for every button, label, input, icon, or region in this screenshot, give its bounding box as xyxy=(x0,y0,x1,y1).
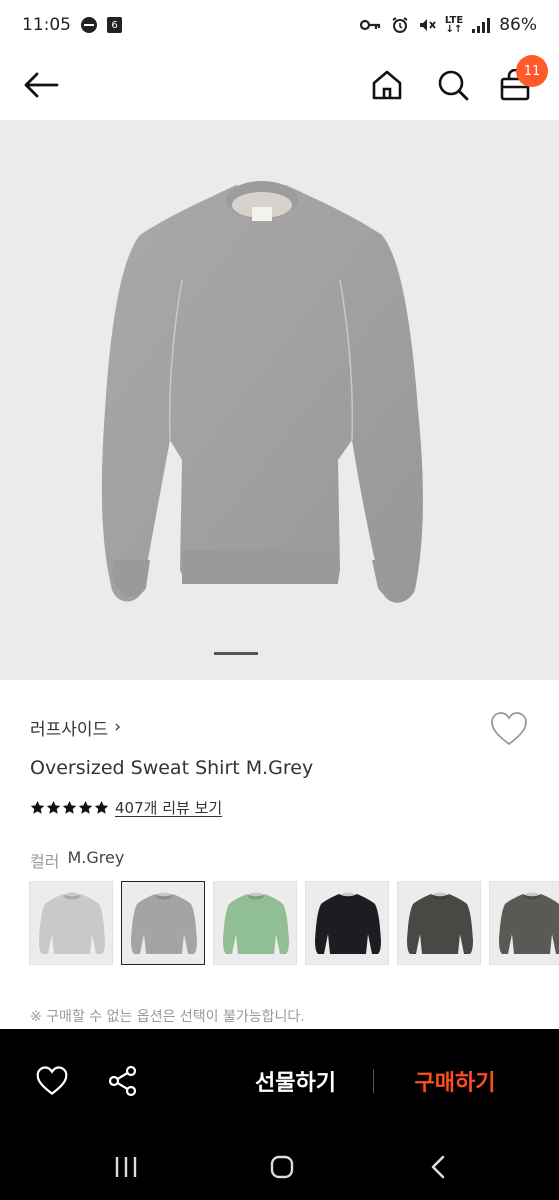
sweatshirt-thumbnail xyxy=(407,892,473,954)
cart-count-badge: 11 xyxy=(516,55,548,87)
color-value: M.Grey xyxy=(67,848,125,867)
status-bar: 11:05 6 LTE ↓↑ 86% xyxy=(0,0,559,50)
system-nav-bar xyxy=(0,1133,559,1200)
color-swatch-dark-khaki[interactable] xyxy=(489,881,559,965)
system-home-button[interactable] xyxy=(252,1147,312,1187)
share-button[interactable] xyxy=(101,1059,145,1103)
review-link[interactable]: 407개 리뷰 보기 xyxy=(115,797,222,818)
wishlist-button[interactable] xyxy=(489,710,529,748)
network-type: LTE ↓↑ xyxy=(444,15,464,35)
do-not-disturb-icon xyxy=(81,17,97,33)
recent-apps-button[interactable] xyxy=(96,1147,156,1187)
sweatshirt-thumbnail xyxy=(223,892,289,954)
color-option-label: 컬러 M.Grey xyxy=(30,848,124,872)
color-swatch-light-grey[interactable] xyxy=(29,881,113,965)
back-button[interactable] xyxy=(16,60,66,110)
mute-icon xyxy=(419,19,436,31)
product-image-carousel[interactable] xyxy=(0,120,559,680)
home-button[interactable] xyxy=(362,60,412,110)
gift-button[interactable]: 선물하기 xyxy=(218,1059,373,1103)
recent-apps-icon xyxy=(115,1157,137,1177)
brand-name: 러프사이드 xyxy=(30,719,109,740)
cart-button[interactable]: 11 xyxy=(490,55,548,110)
sweatshirt-thumbnail xyxy=(315,892,381,954)
star-icon xyxy=(62,800,77,814)
home-pill-icon xyxy=(270,1155,294,1179)
calendar-icon: 6 xyxy=(107,17,122,33)
color-swatch-mint-green[interactable] xyxy=(213,881,297,965)
chevron-left-icon xyxy=(431,1155,445,1179)
sweatshirt-image xyxy=(101,181,423,603)
system-back-button[interactable] xyxy=(408,1147,468,1187)
divider xyxy=(373,1069,374,1093)
chevron-right-icon: › xyxy=(114,717,122,737)
color-swatch-charcoal[interactable] xyxy=(397,881,481,965)
status-time: 11:05 xyxy=(22,15,71,35)
app-header: 11 xyxy=(0,50,559,120)
arrow-left-icon xyxy=(24,72,59,98)
sweatshirt-thumbnail xyxy=(131,892,197,954)
sweatshirt-thumbnail xyxy=(499,892,559,954)
option-notice: ※ 구매할 수 없는 옵션은 선택이 불가능합니다. xyxy=(30,1009,305,1025)
color-swatch-black[interactable] xyxy=(305,881,389,965)
bottom-wishlist-button[interactable] xyxy=(30,1059,74,1103)
color-swatch-m-grey[interactable] xyxy=(121,881,205,965)
product-title: Oversized Sweat Shirt M.Grey xyxy=(30,757,314,779)
star-icon xyxy=(46,800,61,814)
star-icon xyxy=(78,800,93,814)
search-icon xyxy=(438,70,469,101)
rating-stars xyxy=(30,800,109,815)
heart-icon xyxy=(491,712,527,746)
star-icon xyxy=(94,800,109,814)
sweatshirt-thumbnail xyxy=(39,892,105,954)
color-label: 컬러 xyxy=(30,852,60,871)
battery-level: 86% xyxy=(499,15,537,35)
rating-row: 407개 리뷰 보기 xyxy=(30,797,222,818)
home-icon xyxy=(372,70,402,100)
heart-icon xyxy=(36,1066,68,1096)
search-button[interactable] xyxy=(428,60,478,110)
share-icon xyxy=(108,1065,137,1097)
carousel-indicator xyxy=(214,652,258,655)
signal-icon xyxy=(472,17,491,33)
bottom-action-bar: 선물하기 구매하기 xyxy=(0,1029,559,1133)
buy-button[interactable]: 구매하기 xyxy=(380,1059,530,1103)
color-swatches xyxy=(29,881,559,965)
brand-link[interactable]: 러프사이드 › xyxy=(30,712,530,742)
alarm-icon xyxy=(392,17,408,33)
star-icon xyxy=(30,800,45,814)
key-icon xyxy=(359,19,380,31)
